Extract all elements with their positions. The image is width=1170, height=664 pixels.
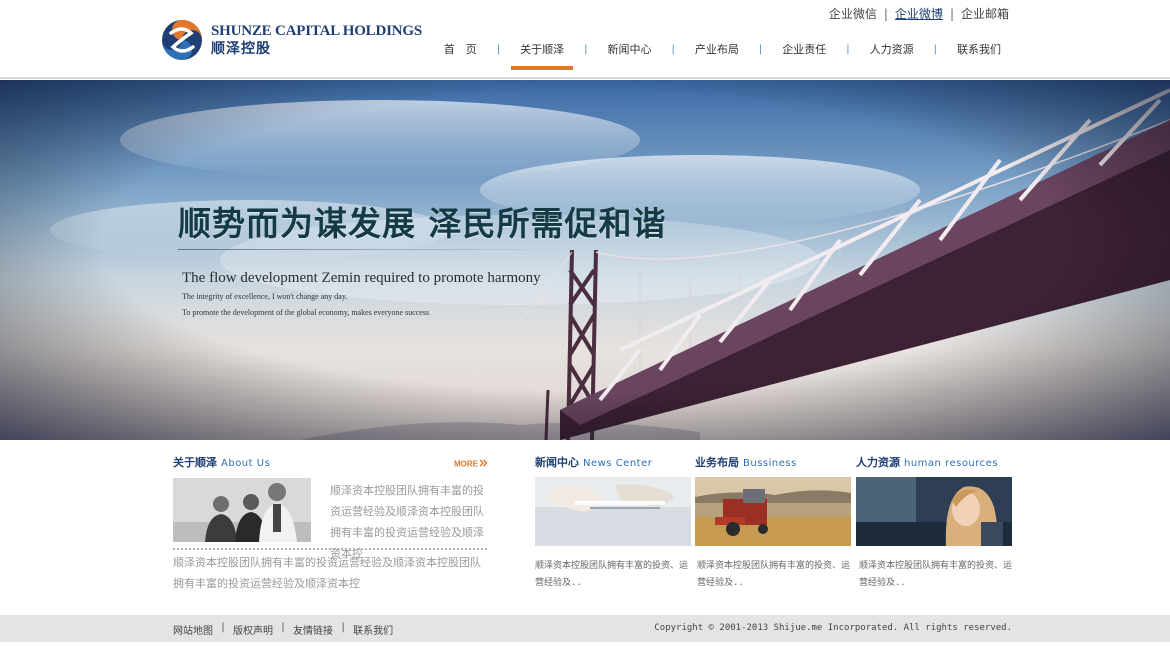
top-link-wechat[interactable]: 企业微信: [829, 5, 877, 22]
news-photo[interactable]: [535, 477, 691, 546]
business-photo[interactable]: [695, 477, 851, 546]
hr-title-en: human resources: [904, 458, 999, 469]
double-chevron-right-icon: [479, 459, 488, 467]
bridge-scene-image: [0, 80, 1170, 440]
footer-link-copyright[interactable]: 版权声明: [233, 622, 273, 637]
news-text: 顺泽资本控股团队拥有丰富的投资、运营经验及..: [535, 561, 689, 588]
hr-text: 顺泽资本控股团队拥有丰富的投资、运营经验及..: [859, 561, 1013, 588]
nav-item-news[interactable]: 新闻中心: [600, 43, 660, 65]
nav-separator: |: [496, 44, 501, 55]
more-button[interactable]: MORE: [454, 458, 488, 468]
nav-separator: |: [584, 44, 588, 55]
banner-subtitle-1: The integrity of excellence, I won't cha…: [182, 292, 348, 301]
hr-title-cn: 人力资源: [856, 456, 900, 469]
logo-mark-icon: [162, 20, 202, 60]
business-section-title: 业务布局 Bussiness: [695, 454, 797, 470]
header: SHUNZE CAPITAL HOLDINGS 顺泽控股 企业微信 | 企业微博…: [0, 0, 1170, 79]
business-text: 顺泽资本控股团队拥有丰富的投资、运营经验及..: [697, 561, 851, 588]
more-label: MORE: [454, 460, 479, 469]
about-title-en: About Us: [221, 458, 271, 469]
page: SHUNZE CAPITAL HOLDINGS 顺泽控股 企业微信 | 企业微博…: [0, 0, 1170, 664]
hr-section-title: 人力资源 human resources: [856, 454, 998, 470]
hero-banner: 顺势而为谋发展 泽民所需促和谐 The flow development Zem…: [0, 80, 1170, 440]
nav-item-home[interactable]: 首 页: [436, 43, 485, 65]
copyright-text: Copyright © 2001-2013 Shijue.me Incorpor…: [654, 623, 1012, 633]
nav-item-industry[interactable]: 产业布局: [687, 43, 747, 65]
nav-separator: |: [671, 44, 675, 55]
banner-headline-en: The flow development Zemin required to p…: [182, 270, 541, 286]
news-photo-image: [535, 477, 691, 546]
top-link-mail[interactable]: 企业邮箱: [961, 5, 1009, 22]
about-title-cn: 关于顺泽: [173, 456, 217, 469]
nav-item-contact[interactable]: 联系我们: [949, 43, 1009, 65]
banner-headline-cn: 顺势而为谋发展 泽民所需促和谐: [178, 204, 667, 243]
nav-separator: |: [846, 44, 850, 55]
footer: 网站地图 | 版权声明 | 友情链接 | 联系我们 Copyright © 20…: [0, 615, 1170, 642]
footer-separator: |: [280, 622, 287, 633]
about-team-photo: [173, 478, 311, 542]
top-link-separator: |: [883, 6, 888, 21]
nav-separator: |: [758, 44, 763, 55]
footer-links: 网站地图 | 版权声明 | 友情链接 | 联系我们: [173, 622, 393, 637]
nav-item-about[interactable]: 关于顺泽: [511, 43, 574, 70]
top-link-weibo[interactable]: 企业微博: [895, 5, 943, 22]
news-section-title: 新闻中心 News Center: [535, 454, 652, 470]
business-title-en: Bussiness: [743, 458, 797, 469]
harvester-photo-image: [695, 477, 851, 546]
nav-item-responsibility[interactable]: 企业责任: [774, 43, 834, 65]
about-divider: [173, 548, 487, 550]
top-links: 企业微信 | 企业微博 | 企业邮箱: [829, 5, 1009, 22]
nav-separator: |: [933, 44, 937, 55]
about-detail-text: 顺泽资本控股团队拥有丰富的投资运营经验及顺泽资本控股团队拥有丰富的投资运营经验及…: [173, 556, 481, 590]
news-title-en: News Center: [583, 458, 653, 469]
brand-name-en: SHUNZE CAPITAL HOLDINGS: [211, 23, 423, 39]
news-title-cn: 新闻中心: [535, 456, 579, 469]
about-section-title: 关于顺泽 About Us: [173, 454, 270, 470]
footer-separator: |: [340, 622, 347, 633]
main-nav: 首 页 | 关于顺泽 | 新闻中心 | 产业布局 | 企业责任 | 人力资源 |…: [436, 43, 1009, 70]
hr-photo[interactable]: [856, 477, 1012, 546]
brand-name-cn: 顺泽控股: [211, 41, 271, 57]
footer-link-contact[interactable]: 联系我们: [353, 622, 393, 637]
logo[interactable]: SHUNZE CAPITAL HOLDINGS 顺泽控股: [161, 18, 422, 62]
footer-link-friends[interactable]: 友情链接: [293, 622, 333, 637]
banner-divider: [178, 249, 568, 250]
woman-photo-image: [856, 477, 1012, 546]
footer-separator: |: [220, 622, 227, 633]
business-title-cn: 业务布局: [695, 456, 739, 469]
top-link-separator: |: [949, 6, 954, 21]
footer-link-sitemap[interactable]: 网站地图: [173, 622, 213, 637]
banner-subtitle-2: To promote the development of the global…: [182, 308, 430, 317]
nav-item-hr[interactable]: 人力资源: [862, 43, 922, 65]
team-photo-image: [173, 478, 311, 542]
